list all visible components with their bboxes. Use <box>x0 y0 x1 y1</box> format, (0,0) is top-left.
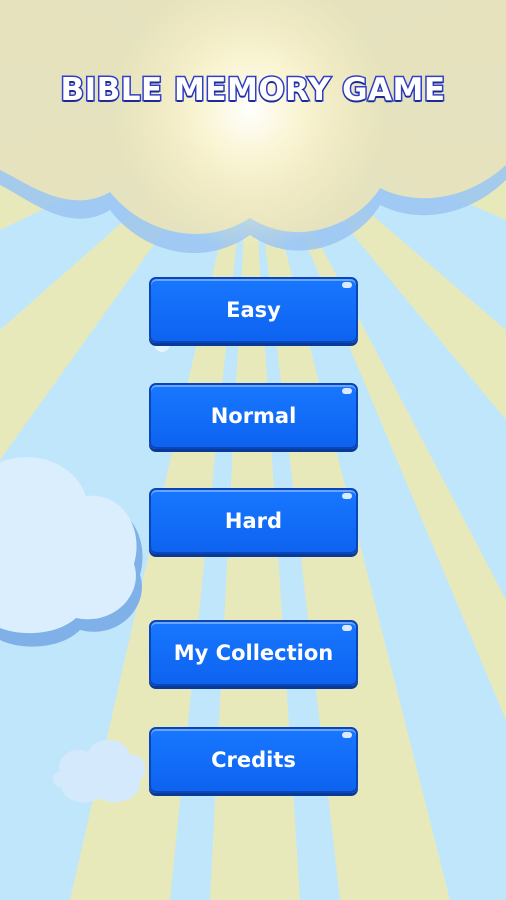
normal-button[interactable]: Normal <box>149 383 358 449</box>
button-shine <box>342 282 352 288</box>
button-shine <box>342 625 352 631</box>
my-collection-button[interactable]: My Collection <box>149 620 358 686</box>
button-shine <box>342 732 352 738</box>
game-title: BIBLE MEMORY GAME <box>59 71 447 110</box>
button-shine <box>342 388 352 394</box>
credits-button-label: Credits <box>211 748 296 772</box>
normal-button-label: Normal <box>210 404 297 428</box>
my-collection-button-label: My Collection <box>173 641 334 665</box>
credits-button[interactable]: Credits <box>149 727 358 793</box>
easy-button[interactable]: Easy <box>149 277 358 343</box>
button-shine <box>342 493 352 499</box>
hard-button-label: Hard <box>224 509 283 533</box>
hard-button[interactable]: Hard <box>149 488 358 554</box>
easy-button-label: Easy <box>226 298 281 322</box>
